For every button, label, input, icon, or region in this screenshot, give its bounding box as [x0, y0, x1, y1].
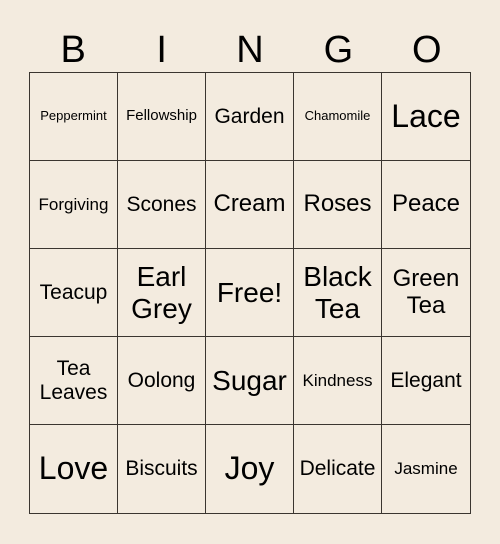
bingo-cell[interactable]: Cream: [206, 161, 294, 249]
bingo-cell[interactable]: Peppermint: [30, 73, 118, 161]
header-letter-g: G: [323, 29, 354, 71]
bingo-cell[interactable]: Teacup: [30, 249, 118, 337]
bingo-cell[interactable]: Tea Leaves: [30, 337, 118, 425]
bingo-card: B I N G O Peppermint Fellowship Garden C…: [0, 0, 500, 544]
bingo-cell[interactable]: Chamomile: [294, 73, 382, 161]
bingo-cell[interactable]: Delicate: [294, 425, 382, 513]
bingo-cell[interactable]: Green Tea: [382, 249, 470, 337]
bingo-cell[interactable]: Fellowship: [118, 73, 206, 161]
bingo-cell[interactable]: Joy: [206, 425, 294, 513]
free-space-cell[interactable]: Free!: [206, 249, 294, 337]
bingo-cell[interactable]: Jasmine: [382, 425, 470, 513]
header-letter-n: N: [236, 29, 264, 71]
bingo-grid: Peppermint Fellowship Garden Chamomile L…: [29, 72, 471, 514]
bingo-cell[interactable]: Lace: [382, 73, 470, 161]
bingo-header: B I N G O: [29, 28, 471, 72]
bingo-cell[interactable]: Earl Grey: [118, 249, 206, 337]
bingo-cell[interactable]: Forgiving: [30, 161, 118, 249]
bingo-cell[interactable]: Oolong: [118, 337, 206, 425]
bingo-cell[interactable]: Elegant: [382, 337, 470, 425]
header-letter-b: B: [60, 29, 86, 71]
header-letter-o: O: [412, 29, 442, 71]
bingo-cell[interactable]: Garden: [206, 73, 294, 161]
bingo-cell[interactable]: Sugar: [206, 337, 294, 425]
bingo-cell[interactable]: Love: [30, 425, 118, 513]
bingo-cell[interactable]: Peace: [382, 161, 470, 249]
bingo-cell[interactable]: Black Tea: [294, 249, 382, 337]
header-letter-i: I: [156, 29, 167, 71]
bingo-cell[interactable]: Scones: [118, 161, 206, 249]
bingo-cell[interactable]: Biscuits: [118, 425, 206, 513]
bingo-cell[interactable]: Roses: [294, 161, 382, 249]
bingo-cell[interactable]: Kindness: [294, 337, 382, 425]
